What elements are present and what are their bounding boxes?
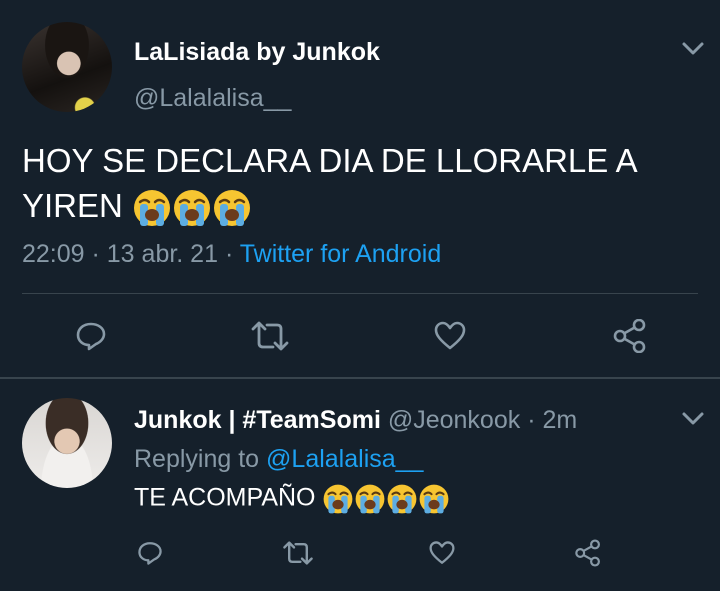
main-tweet-handle[interactable]: @Lalalalisa__ <box>134 84 291 113</box>
loudly-crying-face-emoji <box>214 190 251 227</box>
heart-icon <box>434 321 466 350</box>
reply-button[interactable] <box>134 538 166 568</box>
retweet-button[interactable] <box>280 538 316 568</box>
like-button[interactable] <box>426 538 458 568</box>
replying-to-handle[interactable]: @Lalalalisa__ <box>266 445 423 473</box>
main-tweet-date: 13 abr. 21 <box>106 240 218 268</box>
share-button[interactable] <box>572 537 604 569</box>
crying-emoji-group <box>322 484 450 514</box>
main-tweet-text-content: HOY SE DECLARA DIA DE LLORARLE A YIREN <box>22 142 636 224</box>
chevron-down-icon[interactable] <box>680 410 706 428</box>
main-tweet-text: HOY SE DECLARA DIA DE LLORARLE A YIREN <box>22 138 702 228</box>
reply-tweet-avatar[interactable] <box>22 398 112 488</box>
crying-emoji-group <box>132 187 252 227</box>
chevron-down-icon[interactable] <box>680 40 706 58</box>
main-tweet-meta: 22:09 · 13 abr. 21 · Twitter for Android <box>22 240 441 269</box>
reply-tweet-text-content: TE ACOMPAÑO <box>134 483 316 512</box>
share-button[interactable] <box>610 316 650 356</box>
loudly-crying-face-emoji <box>356 484 385 514</box>
reply-tweet-display-name[interactable]: Junkok | #TeamSomi <box>134 406 381 434</box>
tweet-separator <box>0 377 720 379</box>
loudly-crying-face-emoji <box>420 484 449 514</box>
reply-tweet-handle[interactable]: @Jeonkook <box>388 406 520 434</box>
like-button[interactable] <box>430 316 470 356</box>
main-tweet-time: 22:09 <box>22 240 85 268</box>
reply-button[interactable] <box>71 316 111 356</box>
reply-icon <box>138 542 162 565</box>
heart-icon <box>429 541 455 564</box>
divider <box>22 293 698 294</box>
retweet-icon <box>251 321 289 351</box>
main-tweet-display-name[interactable]: LaLisiada by Junkok <box>134 38 380 67</box>
meta-separator: · <box>218 240 240 268</box>
main-tweet-avatar[interactable] <box>22 22 112 112</box>
share-icon <box>575 539 600 567</box>
loudly-crying-face-emoji <box>134 190 171 227</box>
loudly-crying-face-emoji <box>388 484 417 514</box>
reply-tweet-text: TE ACOMPAÑO <box>134 483 450 515</box>
loudly-crying-face-emoji <box>174 190 211 227</box>
main-tweet-source[interactable]: Twitter for Android <box>240 240 441 268</box>
replying-to-prefix: Replying to <box>134 445 260 473</box>
retweet-icon <box>283 541 313 565</box>
replying-to-line: Replying to @Lalalalisa__ <box>134 445 423 474</box>
loudly-crying-face-emoji <box>324 484 353 514</box>
retweet-button[interactable] <box>248 316 292 356</box>
reply-tweet-header: Junkok | #TeamSomi @Jeonkook · 2m <box>134 406 578 434</box>
reply-tweet-age: 2m <box>542 406 578 434</box>
reply-icon <box>76 322 106 351</box>
share-icon <box>613 319 646 353</box>
meta-separator: · <box>84 240 107 268</box>
